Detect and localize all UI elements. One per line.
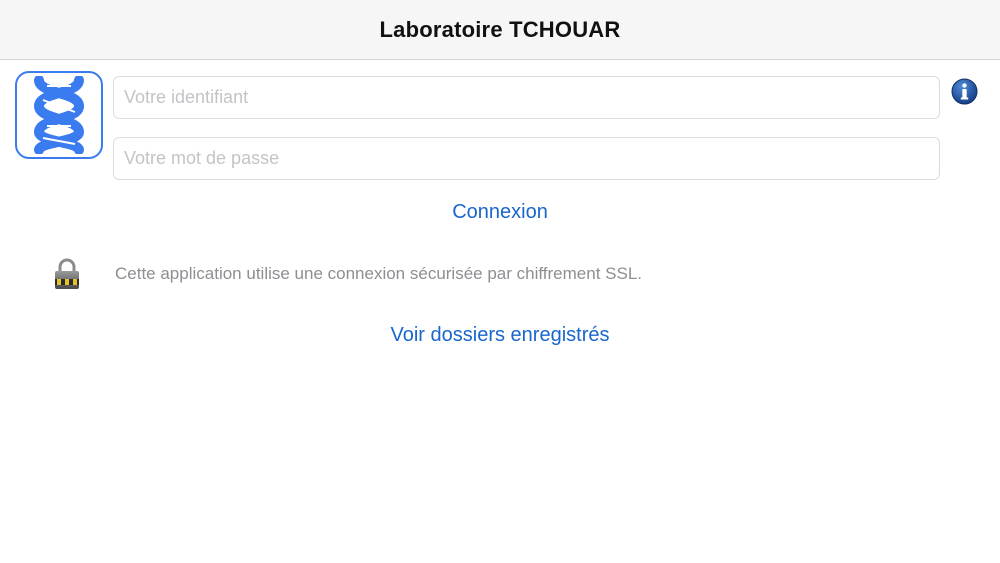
login-link-row: Connexion (0, 201, 1000, 224)
username-input[interactable] (113, 76, 940, 119)
app-logo (15, 71, 103, 159)
dna-helix-logo-icon (25, 76, 93, 154)
saved-files-link-row: Voir dossiers enregistrés (0, 324, 1000, 347)
saved-files-link[interactable]: Voir dossiers enregistrés (391, 324, 610, 346)
login-screen: Laboratoire TCHOUAR Connexion (0, 0, 1000, 563)
info-icon[interactable] (951, 78, 978, 105)
page-title: Laboratoire TCHOUAR (379, 16, 621, 42)
navigation-bar: Laboratoire TCHOUAR (0, 0, 1000, 60)
ssl-security-message: Cette application utilise une connexion … (115, 264, 642, 283)
password-input[interactable] (113, 137, 940, 180)
connexion-button[interactable]: Connexion (452, 201, 548, 223)
padlock-icon (55, 258, 79, 289)
